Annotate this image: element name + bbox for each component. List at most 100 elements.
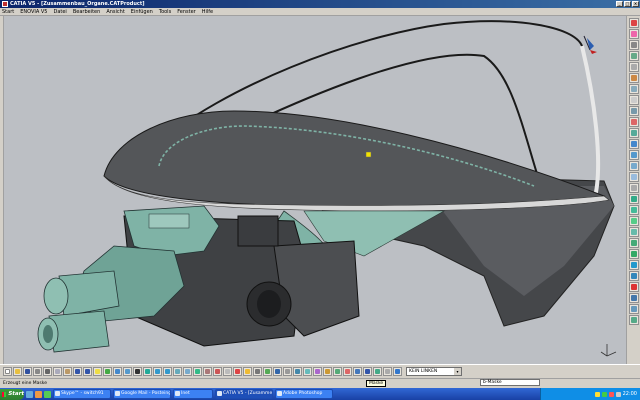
save-icon[interactable] — [23, 367, 32, 376]
menu-datei[interactable]: Datei — [53, 9, 66, 15]
swap-icon[interactable] — [213, 367, 222, 376]
minimize-button[interactable]: _ — [616, 1, 623, 7]
clash-icon[interactable] — [343, 367, 352, 376]
snap-icon[interactable] — [263, 367, 272, 376]
plane-icon[interactable] — [628, 315, 639, 325]
task-skype[interactable]: Skype™ - switch91 — [53, 389, 111, 399]
paste-icon[interactable] — [63, 367, 72, 376]
draft-icon[interactable] — [628, 139, 639, 149]
menu-tools[interactable]: Tools — [159, 9, 171, 15]
rotate-icon[interactable] — [628, 216, 639, 226]
chamfer-icon[interactable] — [628, 128, 639, 138]
update-icon[interactable] — [103, 367, 112, 376]
select-icon[interactable] — [393, 367, 402, 376]
camera-icon[interactable] — [253, 367, 262, 376]
thread-icon[interactable] — [628, 172, 639, 182]
menu-start[interactable]: Start — [2, 9, 14, 15]
compass-icon[interactable] — [583, 35, 597, 54]
close-button[interactable]: × — [632, 1, 639, 7]
link-mode-combo[interactable]: KEIN LINKEN ▾ — [406, 367, 462, 376]
task-inet[interactable]: Inet — [173, 389, 213, 399]
tray-antivirus-icon[interactable] — [608, 391, 614, 397]
sketch-icon[interactable] — [628, 29, 639, 39]
copy-icon[interactable] — [53, 367, 62, 376]
task-catia[interactable]: CATIA V5 - [Zusammenb... — [215, 389, 273, 399]
fit-icon[interactable] — [123, 367, 132, 376]
sew-icon[interactable] — [628, 194, 639, 204]
layer-icon[interactable] — [223, 367, 232, 376]
catalog-icon[interactable] — [353, 367, 362, 376]
shell-icon[interactable] — [628, 150, 639, 160]
redo-icon[interactable] — [83, 367, 92, 376]
analysis-icon[interactable] — [628, 293, 639, 303]
symmetry-icon[interactable] — [628, 227, 639, 237]
task-google-mail[interactable]: Google Mail - Posteingan... — [113, 389, 171, 399]
layer-filter-icon[interactable] — [303, 367, 312, 376]
tree-icon[interactable] — [628, 18, 639, 28]
material-icon[interactable] — [628, 304, 639, 314]
selection-marker[interactable] — [365, 151, 372, 158]
property-icon[interactable] — [383, 367, 392, 376]
quicklaunch-app-icon[interactable] — [44, 390, 51, 398]
boolean-icon[interactable] — [628, 260, 639, 270]
groove-icon[interactable] — [628, 73, 639, 83]
shaft-icon[interactable] — [628, 62, 639, 72]
slot-icon[interactable] — [628, 106, 639, 116]
thickness-icon[interactable] — [628, 161, 639, 171]
zoom-out-icon[interactable] — [163, 367, 172, 376]
hole-icon[interactable] — [628, 84, 639, 94]
pattern-icon[interactable] — [628, 238, 639, 248]
iso-view-icon[interactable] — [183, 367, 192, 376]
command-input[interactable]: b-Maske — [480, 379, 540, 386]
pan-icon[interactable] — [133, 367, 142, 376]
start-button[interactable]: Start — [0, 388, 24, 400]
menu-bearbeiten[interactable]: Bearbeiten — [73, 9, 100, 15]
explode-icon[interactable] — [323, 367, 332, 376]
quicklaunch-browser-icon[interactable] — [35, 390, 42, 398]
split-icon[interactable] — [628, 183, 639, 193]
menu-ansicht[interactable]: Ansicht — [106, 9, 124, 15]
tray-security-icon[interactable] — [594, 391, 600, 397]
pad-icon[interactable] — [628, 40, 639, 50]
tray-volume-icon[interactable] — [615, 391, 621, 397]
fly-icon[interactable] — [113, 367, 122, 376]
translate-icon[interactable] — [628, 205, 639, 215]
light-icon[interactable] — [243, 367, 252, 376]
cad-model[interactable] — [4, 16, 626, 364]
chevron-down-icon[interactable]: ▾ — [454, 368, 461, 375]
menu-enovia[interactable]: ENOVIA V5 — [20, 9, 47, 15]
quicklaunch-desktop-icon[interactable] — [26, 390, 33, 398]
zoom-in-icon[interactable] — [153, 367, 162, 376]
3d-viewport[interactable] — [4, 16, 626, 364]
whatsthis-icon[interactable] — [93, 367, 102, 376]
measure-icon[interactable] — [628, 282, 639, 292]
pocket-icon[interactable] — [628, 51, 639, 61]
filter-icon[interactable] — [293, 367, 302, 376]
constraint-icon[interactable] — [628, 271, 639, 281]
graph-icon[interactable] — [373, 367, 382, 376]
maximize-button[interactable]: □ — [624, 1, 631, 7]
render-icon[interactable] — [313, 367, 322, 376]
rib-icon[interactable] — [628, 95, 639, 105]
new-icon[interactable] — [3, 367, 12, 376]
axis-icon[interactable] — [273, 367, 282, 376]
menu-hilfe[interactable]: Hilfe — [202, 9, 213, 15]
menu-einfuegen[interactable]: Einfügen — [131, 9, 153, 15]
hide-icon[interactable] — [203, 367, 212, 376]
shading-icon[interactable] — [193, 367, 202, 376]
compass-reset-icon[interactable] — [363, 367, 372, 376]
print-icon[interactable] — [33, 367, 42, 376]
section-icon[interactable] — [333, 367, 342, 376]
cut-icon[interactable] — [43, 367, 52, 376]
menu-fenster[interactable]: Fenster — [177, 9, 196, 15]
rotate-view-icon[interactable] — [143, 367, 152, 376]
normal-view-icon[interactable] — [173, 367, 182, 376]
open-icon[interactable] — [13, 367, 22, 376]
undo-icon[interactable] — [73, 367, 82, 376]
measure-tool-icon[interactable] — [233, 367, 242, 376]
scale-icon[interactable] — [628, 249, 639, 259]
task-photoshop[interactable]: Adobe Photoshop — [275, 389, 333, 399]
grid-icon[interactable] — [283, 367, 292, 376]
fillet-icon[interactable] — [628, 117, 639, 127]
tray-network-icon[interactable] — [601, 391, 607, 397]
